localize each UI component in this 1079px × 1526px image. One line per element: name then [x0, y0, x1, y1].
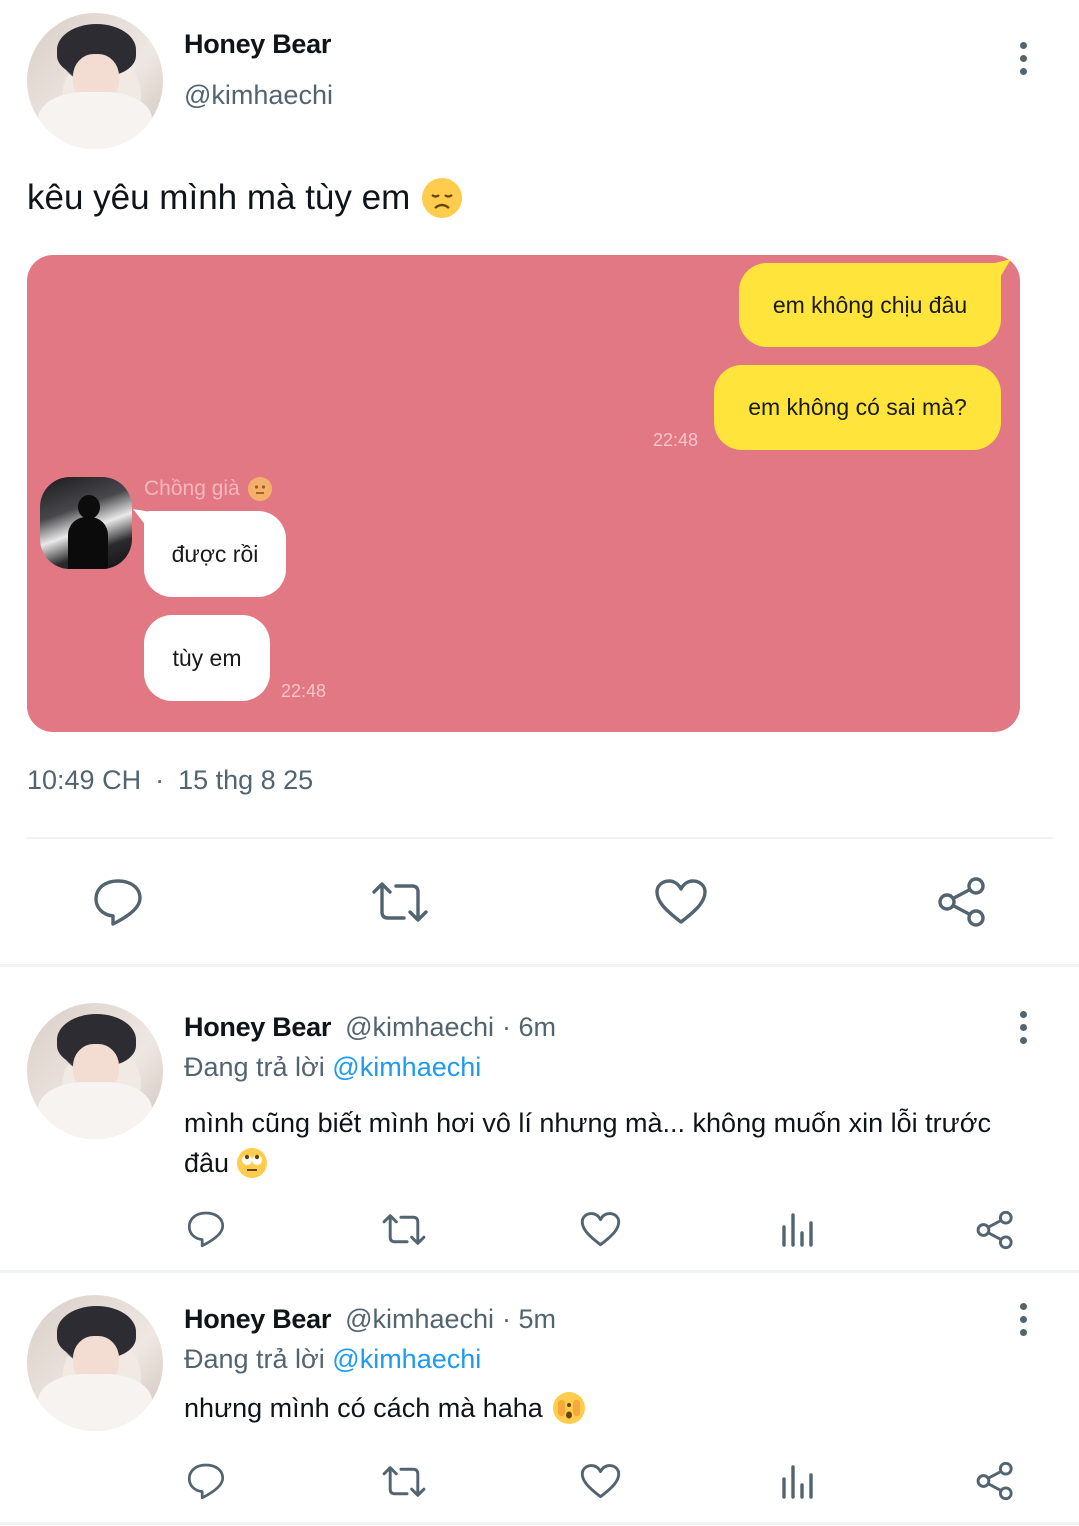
sent-message-bubble: em không có sai mà? — [714, 365, 1001, 450]
replying-label: Đang trả lời — [184, 1344, 325, 1374]
received-message-text: tùy em — [172, 644, 242, 671]
more-options-icon[interactable] — [1020, 42, 1027, 75]
sent-message-text: em không chịu đâu — [772, 291, 968, 318]
bubble-tail-icon — [133, 509, 157, 527]
replying-to-handle[interactable]: @kimhaechi — [332, 1052, 481, 1082]
views-icon[interactable] — [780, 1211, 816, 1247]
main-tweet-author-name[interactable]: Honey Bear — [184, 29, 331, 60]
retweet-icon[interactable] — [381, 1463, 427, 1500]
reply-avatar[interactable] — [27, 1295, 163, 1431]
reply-author-handle[interactable]: @kimhaechi — [345, 1304, 494, 1335]
received-message-time: 22:48 — [281, 681, 327, 701]
divider — [27, 837, 1053, 839]
reply-time-ago[interactable]: · 6m — [502, 1012, 556, 1043]
reply-text: nhưng mình có cách mà haha — [184, 1392, 585, 1424]
sent-message-bubble: em không chịu đâu — [739, 263, 1001, 347]
disappointed-face-icon — [422, 178, 463, 218]
like-icon[interactable] — [654, 878, 708, 926]
face-with-peeking-eye-icon — [552, 1392, 585, 1424]
tweet-media-chat-image[interactable]: em không chịu đâu em không có sai mà? 22… — [27, 255, 1020, 732]
share-icon[interactable] — [975, 1461, 1015, 1501]
reply-header: Honey Bear @kimhaechi · 6m — [184, 1012, 556, 1043]
replying-to-line: Đang trả lời @kimhaechi — [184, 1344, 481, 1375]
reply-text-line: mình cũng biết mình hơi vô lí nhưng mà..… — [184, 1108, 991, 1138]
share-icon[interactable] — [936, 876, 988, 928]
replying-to-line: Đang trả lời @kimhaechi — [184, 1052, 481, 1083]
reply-author-name[interactable]: Honey Bear — [184, 1012, 331, 1043]
retweet-icon[interactable] — [370, 878, 430, 926]
eye-roll-face-icon — [237, 1148, 268, 1178]
received-message-text: được rồi — [171, 540, 259, 567]
contact-name-row: Chồng già — [144, 477, 272, 501]
contact-avatar — [40, 477, 132, 569]
divider — [0, 1522, 1079, 1525]
sent-message-text: em không có sai mà? — [748, 394, 967, 420]
reply-time-ago[interactable]: · 5m — [502, 1304, 556, 1335]
tweet-time: 10:49 CH — [27, 765, 142, 795]
more-options-icon[interactable] — [1020, 1303, 1027, 1336]
like-icon[interactable] — [580, 1463, 621, 1500]
reply-author-name[interactable]: Honey Bear — [184, 1304, 331, 1335]
tweet-date: 15 thg 8 25 — [178, 765, 314, 795]
divider — [0, 964, 1079, 967]
views-icon[interactable] — [780, 1463, 816, 1499]
received-message-bubble: được rồi — [144, 511, 286, 597]
like-icon[interactable] — [580, 1211, 621, 1248]
divider — [0, 1270, 1079, 1273]
reply-icon[interactable] — [186, 1210, 226, 1248]
reply-icon[interactable] — [92, 877, 144, 927]
reply-text-line: đâu — [184, 1148, 230, 1178]
reply-author-handle[interactable]: @kimhaechi — [345, 1012, 494, 1043]
contact-name: Chồng già — [144, 477, 240, 500]
main-tweet-avatar[interactable] — [27, 13, 163, 149]
tweet-timestamp[interactable]: 10:49 CH · 15 thg 8 25 — [27, 765, 313, 796]
received-message-bubble: tùy em — [144, 615, 270, 701]
reply-text: mình cũng biết mình hơi vô lí nhưng mà..… — [184, 1103, 991, 1183]
more-options-icon[interactable] — [1020, 1011, 1027, 1044]
reply-header: Honey Bear @kimhaechi · 5m — [184, 1304, 556, 1335]
retweet-icon[interactable] — [381, 1211, 427, 1248]
tweet-timestamp-separator: · — [155, 765, 165, 795]
share-icon[interactable] — [975, 1210, 1015, 1250]
reply-text-line: nhưng mình có cách mà haha — [184, 1392, 543, 1423]
sent-message-time: 22:48 — [653, 430, 699, 450]
bubble-tail-icon — [987, 259, 1011, 279]
main-tweet-text-content: kêu yêu mình mà tùy em — [27, 178, 411, 217]
main-tweet-text: kêu yêu mình mà tùy em — [27, 178, 463, 218]
main-tweet-author-handle[interactable]: @kimhaechi — [184, 80, 333, 111]
neutral-face-icon — [247, 477, 272, 501]
reply-avatar[interactable] — [27, 1003, 163, 1139]
replying-to-handle[interactable]: @kimhaechi — [332, 1344, 481, 1374]
reply-icon[interactable] — [186, 1462, 226, 1500]
replying-label: Đang trả lời — [184, 1052, 325, 1082]
